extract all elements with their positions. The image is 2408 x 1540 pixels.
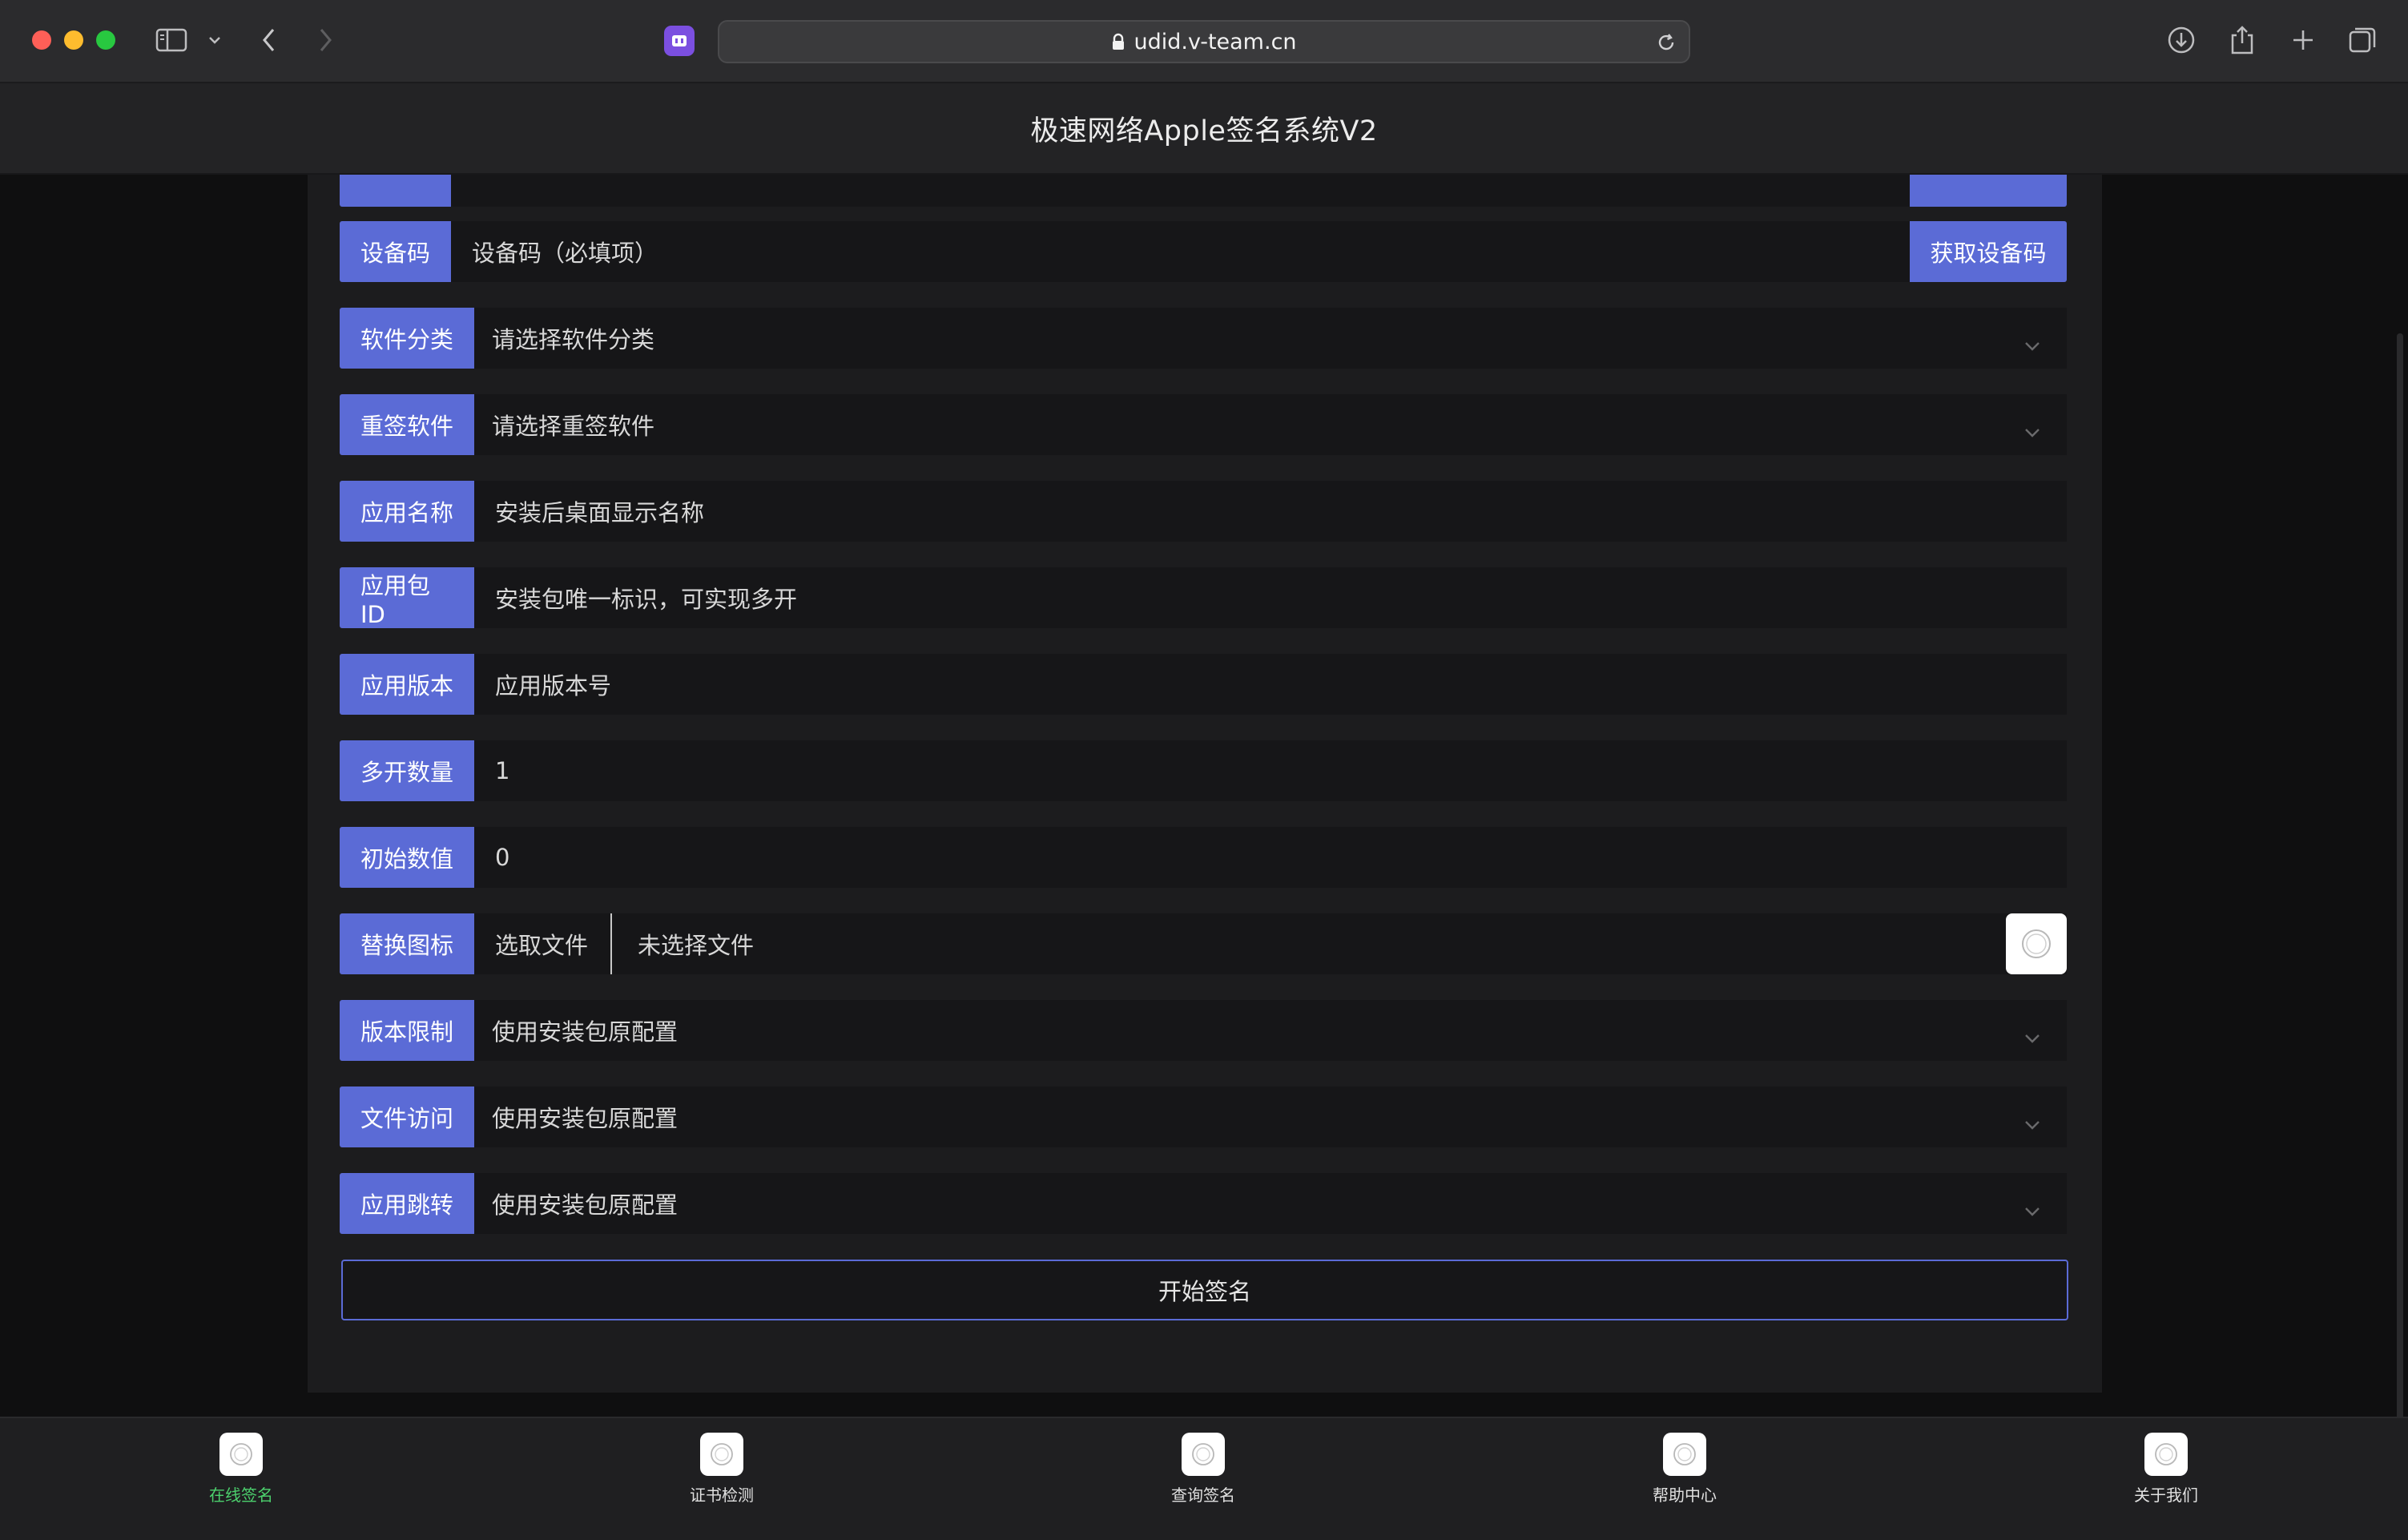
category-value: 请选择软件分类	[492, 326, 655, 353]
version-limit-select[interactable]: 使用安装包原配置	[474, 1000, 2067, 1061]
reload-icon[interactable]	[1655, 31, 1677, 57]
tab-label: 在线签名	[209, 1486, 273, 1505]
choose-file-button[interactable]: 选取文件	[495, 913, 613, 974]
main-content: 设备码 设备码（必填项） 获取设备码 软件分类 请选择软件分类 重签软件 请选择…	[0, 173, 2408, 1417]
lock-icon	[1111, 33, 1125, 50]
multi-count-label: 多开数量	[340, 740, 474, 801]
tab-label: 查询签名	[1171, 1486, 1235, 1505]
chevron-down-icon	[2023, 417, 2041, 444]
close-window-button[interactable]	[32, 30, 51, 50]
app-name-label: 应用名称	[340, 481, 474, 542]
replace-icon-label: 替换图标	[340, 913, 474, 974]
form-label-partial	[340, 173, 451, 207]
extension-icon[interactable]	[664, 26, 695, 56]
resign-app-value: 请选择重签软件	[492, 413, 655, 440]
app-version-input[interactable]: 应用版本号	[474, 654, 2067, 715]
app-version-label: 应用版本	[340, 654, 474, 715]
bundle-id-input[interactable]: 安装包唯一标识，可实现多开	[474, 567, 2067, 628]
bottom-tab-bar: 在线签名 证书检测 查询签名 帮助中心 关于我们	[0, 1417, 2408, 1540]
help-center-icon	[1663, 1433, 1706, 1476]
tab-cert-check[interactable]: 证书检测	[642, 1433, 802, 1506]
forward-icon[interactable]	[316, 22, 335, 58]
form-button-partial[interactable]	[1910, 173, 2067, 207]
form-row-category: 软件分类 请选择软件分类	[340, 308, 2067, 369]
chevron-down-icon	[2023, 330, 2041, 357]
back-icon[interactable]	[260, 22, 279, 58]
resign-app-label: 重签软件	[340, 394, 474, 455]
icon-preview-image	[2006, 913, 2067, 974]
form-row-multi-count: 多开数量 1	[340, 740, 2067, 801]
device-code-input[interactable]: 设备码（必填项）	[451, 221, 1910, 282]
replace-icon-file-input[interactable]: 选取文件 未选择文件	[474, 913, 2067, 974]
browser-toolbar: udid.v-team.cn	[0, 0, 2408, 83]
form-row-initial-value: 初始数值 0	[340, 827, 2067, 888]
new-tab-icon[interactable]	[2289, 22, 2317, 58]
tab-help-center[interactable]: 帮助中心	[1605, 1433, 1765, 1506]
sidebar-toggle-icon[interactable]	[155, 22, 187, 58]
tab-overview-icon[interactable]	[2347, 22, 2378, 58]
category-label: 软件分类	[340, 308, 474, 369]
start-sign-button[interactable]: 开始签名	[341, 1260, 2068, 1320]
app-jump-label: 应用跳转	[340, 1173, 474, 1234]
version-limit-label: 版本限制	[340, 1000, 474, 1061]
form-row-app-version: 应用版本 应用版本号	[340, 654, 2067, 715]
initial-value-label: 初始数值	[340, 827, 474, 888]
url-text: udid.v-team.cn	[1134, 29, 1297, 54]
form-row-resign-app: 重签软件 请选择重签软件	[340, 394, 2067, 455]
app-name-input[interactable]: 安装后桌面显示名称	[474, 481, 2067, 542]
form-row-device-code: 设备码 设备码（必填项） 获取设备码	[340, 221, 2067, 282]
version-limit-value: 使用安装包原配置	[492, 1018, 679, 1046]
file-access-label: 文件访问	[340, 1086, 474, 1147]
form-field-partial[interactable]	[451, 173, 1910, 207]
app-jump-select[interactable]: 使用安装包原配置	[474, 1173, 2067, 1234]
online-sign-icon	[219, 1433, 263, 1476]
chevron-down-icon	[2023, 1195, 2041, 1223]
chevron-down-icon	[2023, 1022, 2041, 1050]
scrollbar[interactable]	[2397, 333, 2403, 1417]
form-row-replace-icon: 替换图标 选取文件 未选择文件	[340, 913, 2067, 974]
chevron-down-icon[interactable]	[207, 22, 223, 58]
file-access-value: 使用安装包原配置	[492, 1105, 679, 1132]
page-title: 极速网络Apple签名系统V2	[1030, 115, 1378, 147]
file-access-select[interactable]: 使用安装包原配置	[474, 1086, 2067, 1147]
tab-label: 关于我们	[2134, 1486, 2198, 1505]
app-jump-value: 使用安装包原配置	[492, 1191, 679, 1219]
downloads-icon[interactable]	[2166, 22, 2197, 58]
share-icon[interactable]	[2229, 22, 2256, 58]
site-header: 极速网络Apple签名系统V2	[0, 83, 2408, 175]
about-us-icon	[2144, 1433, 2188, 1476]
tab-query-sign[interactable]: 查询签名	[1123, 1433, 1283, 1506]
chevron-down-icon	[2023, 1109, 2041, 1136]
form-row-app-jump: 应用跳转 使用安装包原配置	[340, 1173, 2067, 1234]
tab-label: 证书检测	[690, 1486, 754, 1505]
resign-app-select[interactable]: 请选择重签软件	[474, 394, 2067, 455]
zoom-window-button[interactable]	[96, 30, 115, 50]
multi-count-input[interactable]: 1	[474, 740, 2067, 801]
form-row-bundle-id: 应用包ID 安装包唯一标识，可实现多开	[340, 567, 2067, 628]
form-row-partial	[340, 173, 2067, 207]
minimize-window-button[interactable]	[64, 30, 83, 50]
query-sign-icon	[1182, 1433, 1225, 1476]
tab-online-sign[interactable]: 在线签名	[161, 1433, 321, 1506]
get-device-code-button[interactable]: 获取设备码	[1910, 221, 2067, 282]
form-row-file-access: 文件访问 使用安装包原配置	[340, 1086, 2067, 1147]
initial-value-input[interactable]: 0	[474, 827, 2067, 888]
tab-label: 帮助中心	[1653, 1486, 1717, 1505]
tab-about-us[interactable]: 关于我们	[2086, 1433, 2246, 1506]
cert-check-icon	[700, 1433, 743, 1476]
form-row-version-limit: 版本限制 使用安装包原配置	[340, 1000, 2067, 1061]
file-status-text: 未选择文件	[638, 932, 755, 959]
bundle-id-label: 应用包ID	[340, 567, 474, 628]
address-bar[interactable]: udid.v-team.cn	[718, 20, 1690, 63]
category-select[interactable]: 请选择软件分类	[474, 308, 2067, 369]
form-row-app-name: 应用名称 安装后桌面显示名称	[340, 481, 2067, 542]
device-code-label: 设备码	[340, 221, 451, 282]
